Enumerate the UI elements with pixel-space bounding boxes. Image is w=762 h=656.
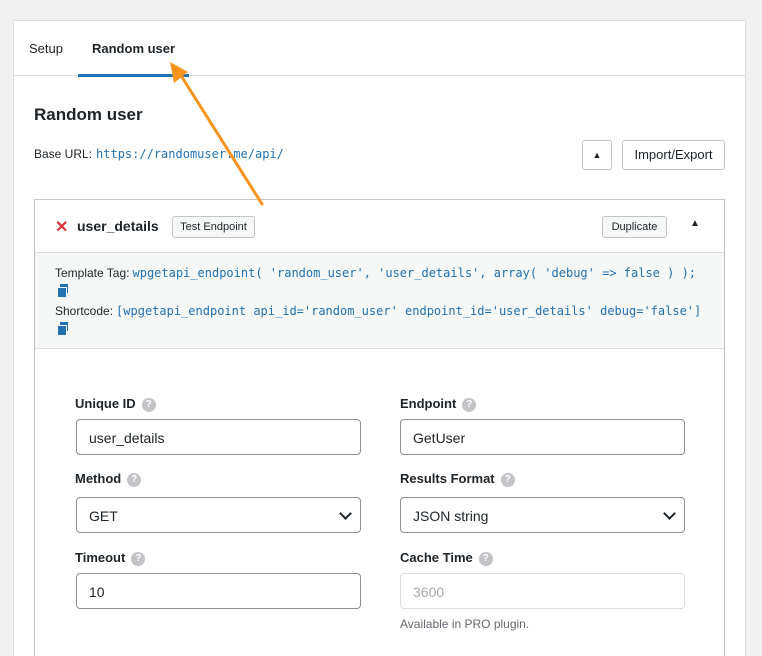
annotation-arrow [170, 62, 264, 206]
